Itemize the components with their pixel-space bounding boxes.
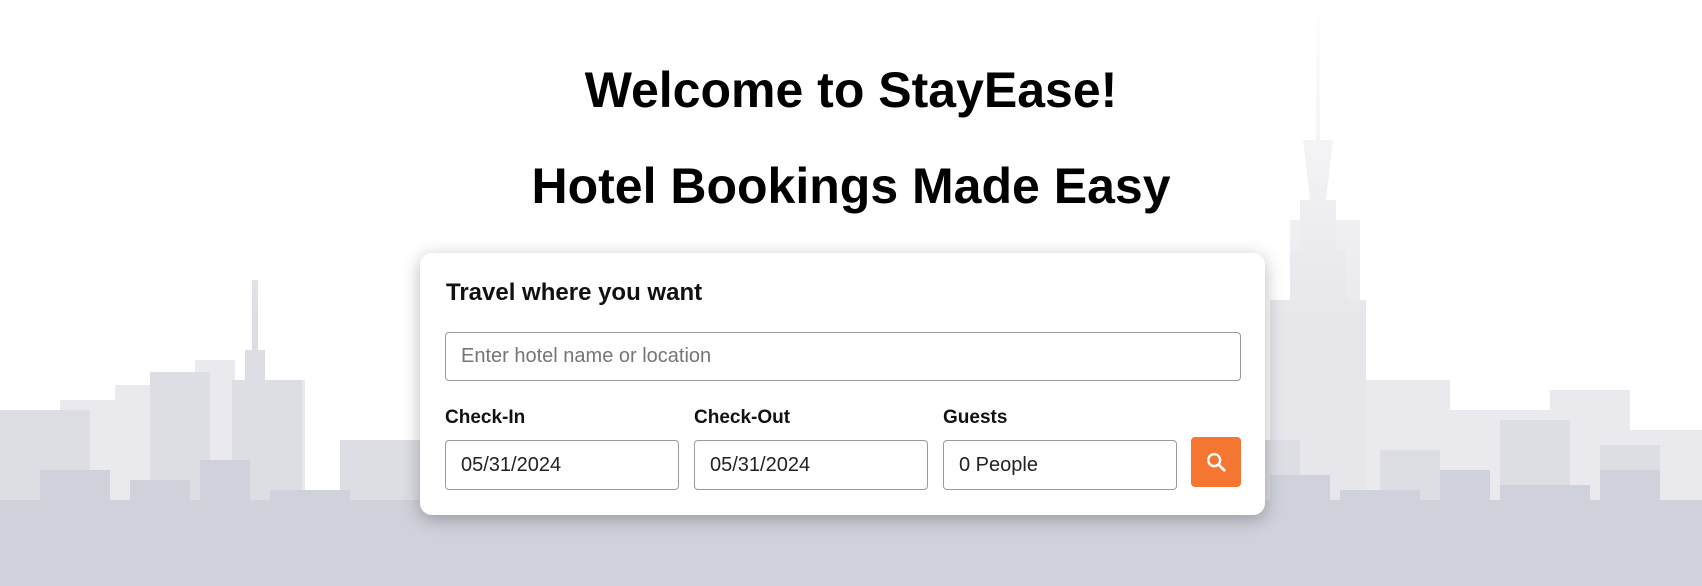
- guests-field[interactable]: 0 People: [943, 440, 1177, 490]
- card-title: Travel where you want: [446, 279, 703, 306]
- checkin-date-field[interactable]: 05/31/2024: [445, 440, 679, 490]
- checkin-label: Check-In: [445, 407, 526, 428]
- checkout-label: Check-Out: [694, 407, 791, 428]
- search-button[interactable]: [1191, 437, 1241, 487]
- search-icon: [1207, 453, 1226, 472]
- welcome-heading: Welcome to StayEase!: [584, 62, 1118, 118]
- checkout-date-field[interactable]: 05/31/2024: [694, 440, 928, 490]
- guests-label: Guests: [943, 407, 1008, 428]
- location-search-input[interactable]: [445, 332, 1241, 381]
- search-card: Travel where you want Check-In 05/31/202…: [420, 253, 1265, 515]
- tagline-heading: Hotel Bookings Made Easy: [531, 158, 1171, 214]
